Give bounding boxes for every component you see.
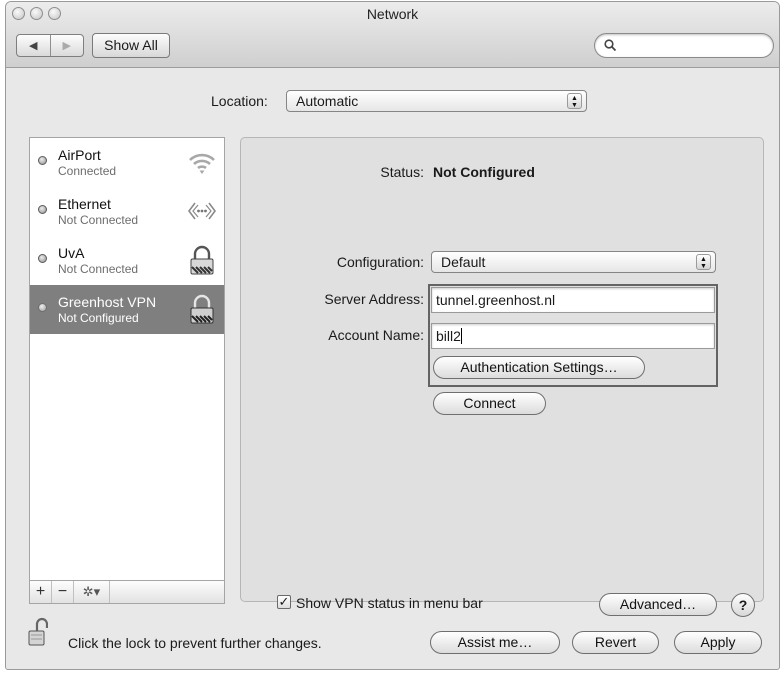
service-status: Not Connected bbox=[58, 213, 139, 227]
service-list: AirPort Connected Ethernet Not Connected bbox=[29, 137, 225, 602]
back-forward-control: ◀ ▶ bbox=[16, 34, 84, 57]
back-button[interactable]: ◀ bbox=[17, 35, 50, 56]
account-name-value: bill2 bbox=[436, 328, 461, 344]
unlocked-lock-icon[interactable] bbox=[28, 617, 48, 647]
status-label: Status: bbox=[380, 164, 424, 180]
show-vpn-status-label: Show VPN status in menu bar bbox=[296, 595, 483, 611]
service-item-airport[interactable]: AirPort Connected bbox=[30, 138, 224, 187]
location-popup[interactable]: Automatic ▲ ▼ bbox=[286, 90, 587, 112]
wifi-icon bbox=[189, 153, 215, 174]
service-status: Not Connected bbox=[58, 262, 139, 276]
apply-button[interactable]: Apply bbox=[674, 631, 762, 654]
add-service-button[interactable]: + bbox=[30, 581, 52, 603]
vpn-lock-icon bbox=[190, 245, 214, 275]
service-name: AirPort bbox=[58, 147, 101, 163]
advanced-button[interactable]: Advanced… bbox=[599, 593, 717, 616]
search-icon bbox=[604, 39, 617, 52]
title-bar: Network ◀ ▶ Show All bbox=[6, 2, 779, 68]
window-title: Network bbox=[366, 6, 419, 22]
service-item-greenhost-vpn[interactable]: Greenhost VPN Not Configured bbox=[30, 285, 224, 334]
popup-arrows-icon: ▲ ▼ bbox=[567, 93, 582, 109]
search-field[interactable] bbox=[594, 33, 774, 58]
service-item-ethernet[interactable]: Ethernet Not Connected bbox=[30, 187, 224, 236]
lock-message: Click the lock to prevent further change… bbox=[68, 635, 322, 651]
location-value: Automatic bbox=[296, 93, 359, 109]
configuration-value: Default bbox=[441, 254, 486, 270]
popup-arrows-icon: ▲ ▼ bbox=[696, 254, 711, 270]
service-status: Connected bbox=[58, 164, 117, 178]
show-all-button[interactable]: Show All bbox=[92, 33, 170, 58]
service-name: UvA bbox=[58, 245, 85, 261]
service-status: Not Configured bbox=[58, 311, 139, 325]
status-indicator bbox=[38, 303, 47, 312]
status-indicator bbox=[38, 205, 47, 214]
configuration-label: Configuration: bbox=[336, 254, 424, 270]
status-indicator bbox=[38, 156, 47, 165]
network-preferences-window: Network ◀ ▶ Show All Location: Automatic… bbox=[5, 1, 780, 670]
server-address-label: Server Address: bbox=[324, 291, 424, 307]
gear-icon[interactable]: ✲▾ bbox=[74, 581, 110, 603]
service-name: Greenhost VPN bbox=[58, 294, 157, 310]
revert-button[interactable]: Revert bbox=[572, 631, 659, 654]
assist-me-button[interactable]: Assist me… bbox=[430, 631, 560, 654]
service-name: Ethernet bbox=[58, 196, 111, 212]
forward-button[interactable]: ▶ bbox=[49, 35, 84, 56]
configuration-popup[interactable]: Default ▲ ▼ bbox=[431, 251, 716, 273]
help-button[interactable]: ? bbox=[731, 593, 755, 617]
location-label: Location: bbox=[211, 93, 268, 109]
vpn-detail-panel: Status: Not Configured Configuration: De… bbox=[240, 137, 764, 617]
vpn-lock-icon bbox=[190, 294, 214, 324]
authentication-settings-button[interactable]: Authentication Settings… bbox=[433, 356, 645, 379]
remove-service-button[interactable]: − bbox=[52, 581, 74, 603]
show-vpn-status-checkbox[interactable]: ✓ bbox=[277, 595, 291, 609]
service-item-uva[interactable]: UvA Not Connected bbox=[30, 236, 224, 285]
status-value: Not Configured bbox=[433, 164, 535, 180]
server-address-field[interactable]: tunnel.greenhost.nl bbox=[431, 287, 715, 313]
ethernet-icon bbox=[188, 202, 216, 220]
text-caret bbox=[460, 328, 462, 344]
service-list-toolbar: + − ✲▾ bbox=[29, 580, 225, 604]
status-indicator bbox=[38, 254, 47, 263]
connect-button[interactable]: Connect bbox=[433, 392, 546, 415]
account-name-field[interactable]: bill2 bbox=[431, 323, 715, 349]
account-name-label: Account Name: bbox=[328, 327, 424, 343]
